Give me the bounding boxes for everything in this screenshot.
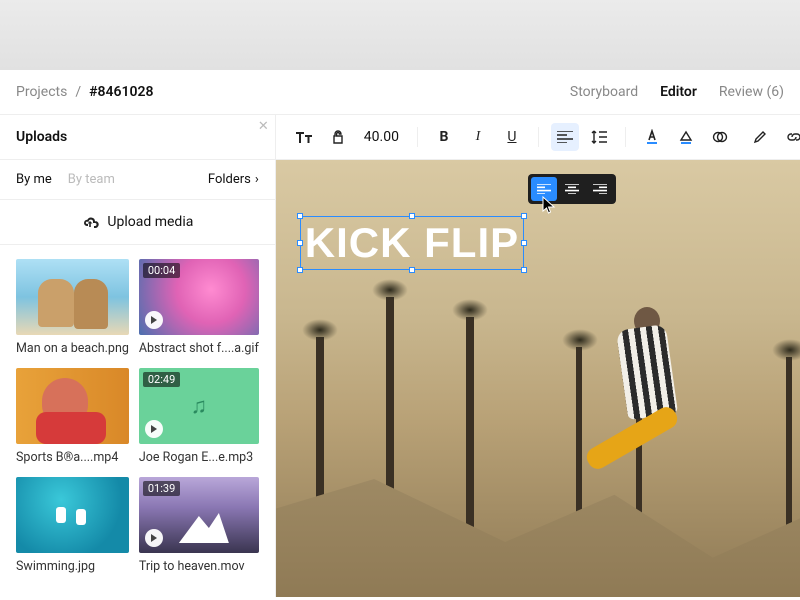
folders-label: Folders (208, 172, 251, 187)
text-color-button[interactable] (638, 123, 666, 151)
align-button[interactable] (551, 123, 579, 151)
breadcrumb-root[interactable]: Projects (16, 84, 67, 100)
tab-editor[interactable]: Editor (660, 84, 697, 100)
separator (625, 127, 626, 147)
uploads-label: Uploads (16, 129, 67, 145)
upload-media-button[interactable]: Upload media (0, 200, 275, 245)
play-icon (145, 420, 163, 438)
duration-badge: 02:49 (143, 372, 180, 387)
highlight-button[interactable] (672, 123, 700, 151)
resize-handle[interactable] (297, 213, 303, 219)
separator (538, 127, 539, 147)
duration-badge: 00:04 (143, 263, 180, 278)
filter-by-me[interactable]: By me (16, 172, 52, 187)
canvas-area: 40.00 B I U (276, 115, 800, 597)
italic-button[interactable]: I (464, 123, 492, 151)
header: Projects / #8461028 Storyboard Editor Re… (0, 70, 800, 115)
text-toolbar: 40.00 B I U (276, 115, 800, 160)
skater-figure (592, 317, 712, 487)
link-button[interactable] (780, 123, 800, 151)
music-note-icon: ♫ (191, 393, 208, 419)
upload-label: Upload media (107, 214, 193, 230)
duration-badge: 01:39 (143, 481, 180, 496)
text-selection-box[interactable]: KICK FLIP (300, 216, 524, 270)
media-item[interactable]: 00:04 Abstract shot f....a.gif (139, 259, 259, 356)
media-item[interactable]: 01:39 Trip to heaven.mov (139, 477, 259, 574)
media-caption: Abstract shot f....a.gif (139, 341, 259, 356)
media-caption: Man on a beach.png (16, 341, 129, 356)
line-height-button[interactable] (585, 123, 613, 151)
font-size-value[interactable]: 40.00 (358, 129, 405, 145)
resize-handle[interactable] (521, 213, 527, 219)
blend-button[interactable] (706, 123, 734, 151)
align-left-option[interactable] (531, 177, 557, 201)
play-icon (145, 529, 163, 547)
media-item[interactable]: 02:49 ♫ Joe Rogan E...e.mp3 (139, 368, 259, 465)
align-popup (528, 174, 616, 204)
media-caption: Trip to heaven.mov (139, 559, 259, 574)
filter-by-team[interactable]: By team (68, 172, 115, 187)
media-item[interactable]: Sports B®a....mp4 (16, 368, 129, 465)
cloud-upload-icon (81, 215, 99, 229)
resize-handle[interactable] (409, 213, 415, 219)
bold-button[interactable]: B (430, 123, 458, 151)
resize-handle[interactable] (409, 267, 415, 273)
sidebar-filters: By me By team Folders › (0, 160, 275, 200)
separator (417, 127, 418, 147)
sidebar-title: Uploads (0, 115, 275, 160)
media-caption: Sports B®a....mp4 (16, 450, 129, 465)
media-item[interactable]: Man on a beach.png (16, 259, 129, 356)
font-size-icon[interactable] (290, 123, 318, 151)
canvas-title-text[interactable]: KICK FLIP (305, 219, 519, 267)
media-grid: Man on a beach.png 00:04 Abstract shot f… (0, 245, 275, 588)
chevron-right-icon: › (255, 172, 259, 187)
align-right-option[interactable] (587, 177, 613, 201)
resize-handle[interactable] (297, 267, 303, 273)
resize-handle[interactable] (521, 267, 527, 273)
breadcrumb-current[interactable]: #8461028 (89, 84, 153, 100)
tab-review[interactable]: Review (6) (719, 84, 784, 100)
app-topbar (0, 0, 800, 70)
canvas[interactable]: KICK FLIP (276, 160, 800, 597)
play-icon (145, 311, 163, 329)
media-caption: Joe Rogan E...e.mp3 (139, 450, 259, 465)
folders-button[interactable]: Folders › (208, 172, 259, 187)
media-caption: Swimming.jpg (16, 559, 129, 574)
breadcrumb: Projects / #8461028 (16, 84, 153, 100)
sidebar: ✕ Uploads By me By team Folders › Upload… (0, 115, 276, 597)
header-tabs: Storyboard Editor Review (6) (570, 84, 784, 100)
close-icon[interactable]: ✕ (258, 119, 269, 134)
resize-handle[interactable] (297, 240, 303, 246)
lock-icon[interactable] (324, 123, 352, 151)
edit-button[interactable] (746, 123, 774, 151)
underline-button[interactable]: U (498, 123, 526, 151)
media-item[interactable]: Swimming.jpg (16, 477, 129, 574)
resize-handle[interactable] (521, 240, 527, 246)
breadcrumb-sep: / (75, 84, 81, 100)
tab-storyboard[interactable]: Storyboard (570, 84, 638, 100)
align-center-option[interactable] (559, 177, 585, 201)
